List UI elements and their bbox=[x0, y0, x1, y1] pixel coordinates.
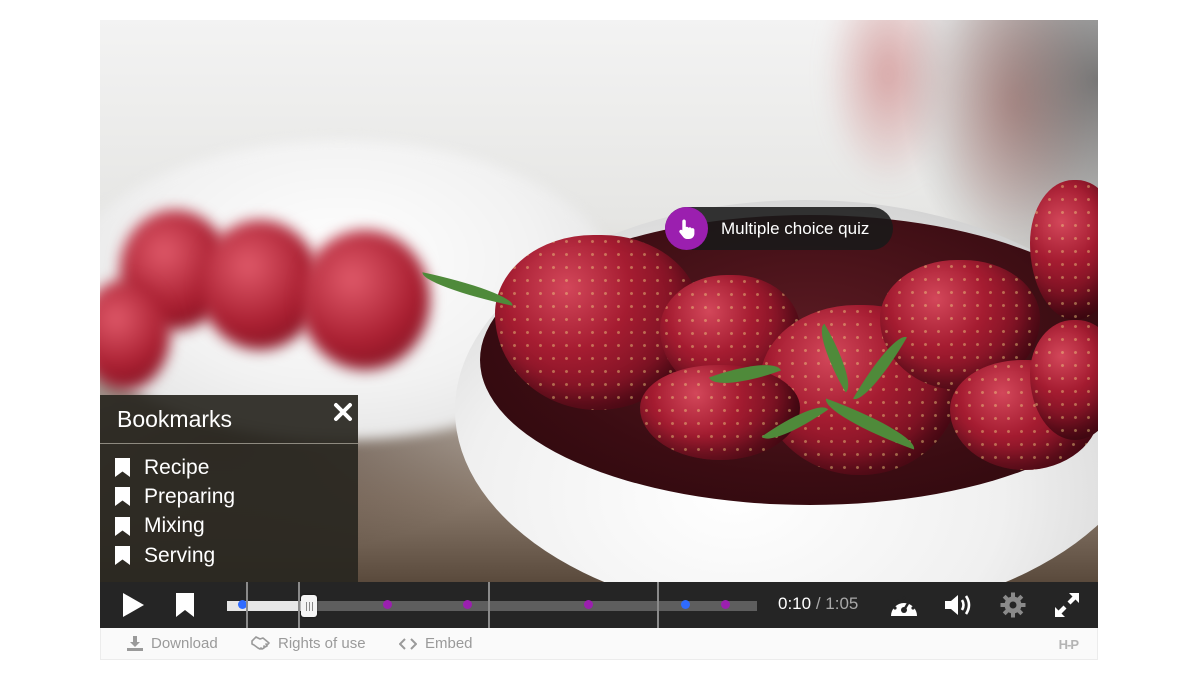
bookmark-item-mixing[interactable]: Mixing bbox=[114, 512, 235, 541]
seek-handle[interactable] bbox=[301, 595, 317, 617]
handshake-icon bbox=[251, 636, 270, 650]
speaker-icon bbox=[945, 595, 971, 615]
bookmark-icon bbox=[115, 458, 130, 478]
interaction-marker[interactable] bbox=[463, 600, 472, 609]
interactive-video-player: Multiple choice quiz Bookmarks Recipe Pr… bbox=[100, 20, 1098, 660]
rights-of-use-label: Rights of use bbox=[278, 635, 366, 652]
bookmark-marker[interactable] bbox=[681, 600, 690, 609]
current-time: 0:10 bbox=[778, 594, 812, 613]
bookmarks-panel: Bookmarks Recipe Preparing Mixing Servin… bbox=[100, 395, 358, 582]
bookmark-item-preparing[interactable]: Preparing bbox=[114, 482, 235, 511]
gear-icon bbox=[1000, 592, 1026, 618]
fullscreen-button[interactable] bbox=[1054, 592, 1080, 623]
bookmark-icon bbox=[115, 546, 130, 566]
total-time: 1:05 bbox=[825, 594, 859, 613]
speedometer-icon bbox=[891, 596, 917, 616]
pointer-hand-icon bbox=[665, 207, 708, 250]
progress-bar[interactable] bbox=[227, 595, 757, 617]
embed-button[interactable]: Embed bbox=[399, 635, 473, 652]
bookmarks-list: Recipe Preparing Mixing Serving bbox=[114, 453, 235, 570]
embed-label: Embed bbox=[425, 635, 473, 652]
time-display: 0:10 / 1:05 bbox=[778, 594, 858, 614]
multiple-choice-quiz-hotspot[interactable]: Multiple choice quiz bbox=[665, 207, 893, 250]
bookmark-item-recipe[interactable]: Recipe bbox=[114, 453, 235, 482]
settings-button[interactable] bbox=[1000, 592, 1026, 623]
quiz-hotspot-label: Multiple choice quiz bbox=[721, 218, 870, 238]
play-icon bbox=[123, 593, 144, 617]
interaction-marker[interactable] bbox=[721, 600, 730, 609]
play-button[interactable] bbox=[120, 592, 146, 623]
chapter-divider bbox=[298, 582, 300, 628]
chapter-divider bbox=[657, 582, 659, 628]
bookmark-item-serving[interactable]: Serving bbox=[114, 541, 235, 570]
download-icon bbox=[127, 636, 143, 651]
chapter-divider bbox=[488, 582, 490, 628]
bookmarks-toggle-button[interactable] bbox=[175, 593, 195, 622]
close-icon[interactable] bbox=[332, 401, 354, 423]
bookmark-label: Preparing bbox=[144, 484, 236, 508]
chapter-divider bbox=[246, 582, 248, 628]
bookmark-label: Recipe bbox=[144, 455, 210, 479]
video-frame[interactable]: Multiple choice quiz Bookmarks Recipe Pr… bbox=[100, 20, 1098, 582]
playback-speed-button[interactable] bbox=[889, 592, 919, 623]
bookmarks-title: Bookmarks bbox=[117, 406, 233, 432]
h5p-logo[interactable]: H-P bbox=[1059, 637, 1079, 652]
bookmark-icon bbox=[115, 487, 130, 507]
h5p-footer: Download Rights of use Embed H-P bbox=[100, 628, 1098, 660]
fullscreen-icon bbox=[1055, 593, 1079, 617]
bookmark-icon bbox=[115, 516, 130, 536]
bookmark-icon bbox=[176, 593, 194, 617]
bookmarks-divider bbox=[100, 443, 358, 444]
control-bar: 0:10 / 1:05 bbox=[100, 582, 1098, 628]
interaction-marker[interactable] bbox=[584, 600, 593, 609]
interaction-marker[interactable] bbox=[383, 600, 392, 609]
download-label: Download bbox=[151, 635, 218, 652]
time-separator: / bbox=[815, 594, 821, 613]
bookmark-label: Mixing bbox=[144, 514, 205, 538]
download-button[interactable]: Download bbox=[127, 635, 218, 652]
code-brackets-icon bbox=[399, 637, 417, 650]
background-strawberry bbox=[300, 230, 430, 370]
volume-button[interactable] bbox=[943, 592, 973, 623]
rights-of-use-button[interactable]: Rights of use bbox=[251, 635, 366, 652]
bookmark-label: Serving bbox=[144, 543, 216, 567]
